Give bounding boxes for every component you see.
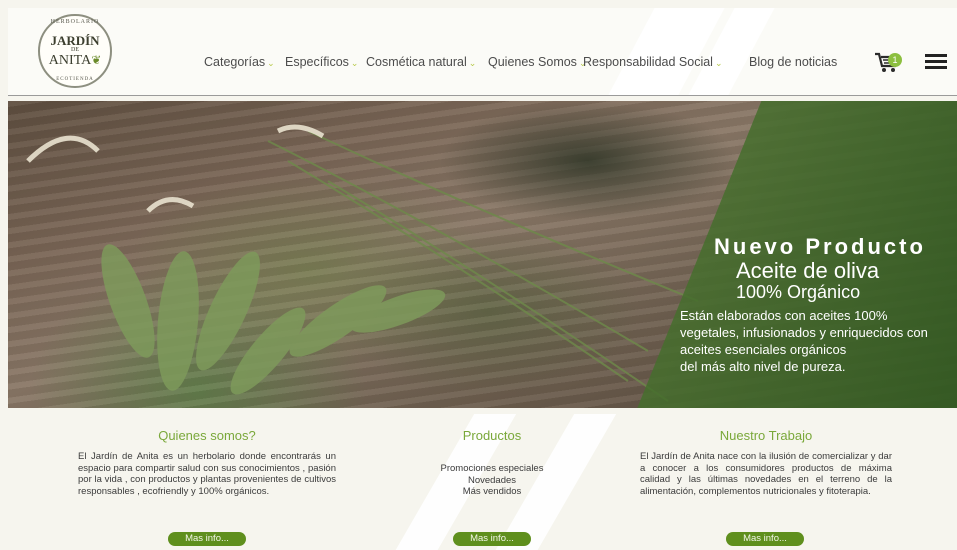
cart-count-badge: 1 xyxy=(888,53,902,67)
list-item[interactable]: Novedades xyxy=(422,475,562,487)
cart-button[interactable]: 1 xyxy=(874,52,910,74)
mas-info-button-quienes-somos[interactable]: Mas info... xyxy=(168,532,246,546)
hero-description: Están elaborados con aceites 100% vegeta… xyxy=(680,307,957,375)
hero-subtitle: Aceite de oliva xyxy=(736,258,880,283)
site-logo[interactable]: HERBOLARIO JARDÍN DE ANITA❦ ECOTIENDA xyxy=(38,14,112,88)
nav-item-responsabilidad-social[interactable]: Responsabilidad Social ⌄ xyxy=(583,55,723,69)
logo-arc-bottom: ECOTIENDA xyxy=(56,77,94,82)
hero-shade xyxy=(438,101,738,221)
nav-item-categorias[interactable]: Categorías ⌄ xyxy=(204,55,275,69)
hero-description-line: vegetales, infusionados y enriquecidos c… xyxy=(680,325,928,340)
section-text: El Jardín de Anita nace con la ilusión d… xyxy=(640,451,892,497)
section-quienes-somos: Quienes somos? El Jardín de Anita es un … xyxy=(78,428,336,497)
site-header: HERBOLARIO JARDÍN DE ANITA❦ ECOTIENDA Ca… xyxy=(8,8,957,96)
list-item[interactable]: Promociones especiales xyxy=(422,463,562,475)
nav-label: Categorías xyxy=(204,55,266,69)
section-text: El Jardín de Anita es un herbolario dond… xyxy=(78,451,336,497)
hero-description-line: aceites esenciales orgánicos xyxy=(680,342,847,357)
chevron-down-icon: ⌄ xyxy=(267,58,275,68)
section-title: Quienes somos? xyxy=(158,428,256,443)
hamburger-menu-icon[interactable] xyxy=(925,54,947,70)
section-nuestro-trabajo: Nuestro Trabajo El Jardín de Anita nace … xyxy=(640,428,892,497)
hero-description-line: Están elaborados con aceites 100% xyxy=(680,308,888,323)
hero-subtitle-2: 100% Orgánico xyxy=(736,282,861,302)
logo-arc-top: HERBOLARIO xyxy=(50,19,100,25)
products-list: Promociones especiales Novedades Más ven… xyxy=(422,463,562,498)
nav-label: Quienes Somos xyxy=(488,55,577,69)
chevron-down-icon: ⌄ xyxy=(350,58,359,68)
section-productos: Productos Promociones especiales Novedad… xyxy=(422,428,562,498)
chevron-down-icon: ⌄ xyxy=(714,58,723,68)
chevron-down-icon: ⌄ xyxy=(468,58,477,68)
nav-item-blog[interactable]: Blog de noticias xyxy=(749,55,837,69)
hero-text-block: Nuevo Producto Aceite de oliva 100% Orgá… xyxy=(680,234,957,375)
section-title: Nuestro Trabajo xyxy=(719,428,813,443)
hero-banner[interactable]: Nuevo Producto Aceite de oliva 100% Orgá… xyxy=(8,101,957,408)
leaf-icon: ❦ xyxy=(91,53,102,67)
mas-info-button-nuestro-trabajo[interactable]: Mas info... xyxy=(726,532,804,546)
nav-item-cosmetica-natural[interactable]: Cosmética natural ⌄ xyxy=(366,55,476,69)
nav-label: Cosmética natural xyxy=(366,55,467,69)
section-title: Productos xyxy=(462,428,522,443)
nav-item-quienes-somos[interactable]: Quienes Somos ⌄ xyxy=(488,55,586,69)
nav-label: Blog de noticias xyxy=(749,55,838,69)
hero-description-line: del más alto nivel de pureza. xyxy=(680,359,846,374)
list-item[interactable]: Más vendidos xyxy=(422,486,562,498)
info-sections: Quienes somos? El Jardín de Anita es un … xyxy=(8,414,957,550)
nav-item-especificos[interactable]: Específicos ⌄ xyxy=(285,55,358,69)
logo-line-3-text: ANITA xyxy=(48,53,92,68)
nav-label: Específicos xyxy=(285,55,349,69)
hero-title: Nuevo Producto xyxy=(714,234,926,259)
mas-info-button-productos[interactable]: Mas info... xyxy=(453,532,531,546)
logo-line-3: ANITA❦ xyxy=(40,53,110,69)
nav-label: Responsabilidad Social xyxy=(583,55,713,69)
